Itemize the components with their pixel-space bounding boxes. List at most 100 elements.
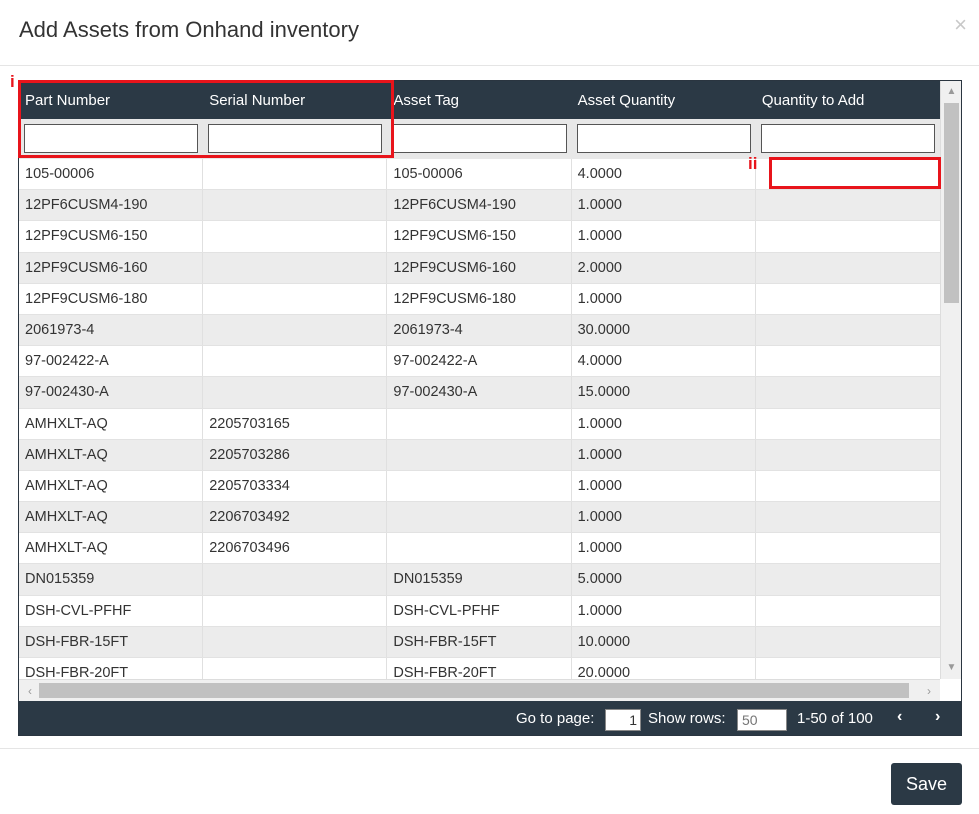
table-cell bbox=[203, 221, 388, 252]
table-row[interactable]: AMHXLT-AQ 2206703492 1.0000 bbox=[19, 502, 940, 534]
horizontal-scroll-thumb[interactable] bbox=[39, 683, 909, 698]
table-cell: 1.0000 bbox=[572, 595, 756, 626]
horizontal-scrollbar[interactable]: ‹ › bbox=[19, 679, 940, 701]
table-row[interactable]: DN015359 DN015359 5.0000 bbox=[19, 564, 940, 596]
table-cell bbox=[387, 533, 572, 564]
table-cell[interactable] bbox=[756, 596, 940, 626]
save-button[interactable]: Save bbox=[891, 763, 962, 805]
table-cell: 2206703492 bbox=[203, 502, 388, 533]
filter-asset-quantity-input[interactable] bbox=[576, 124, 751, 153]
vertical-scroll-thumb[interactable] bbox=[944, 103, 959, 303]
table-cell[interactable] bbox=[756, 377, 940, 407]
table-cell: 97-002422-A bbox=[19, 346, 204, 377]
table-cell: 2206703496 bbox=[203, 533, 388, 564]
scroll-left-icon[interactable]: ‹ bbox=[21, 682, 39, 700]
previous-page-icon[interactable]: ‹ bbox=[897, 708, 902, 726]
table-cell bbox=[203, 626, 388, 657]
table-row[interactable]: 12PF9CUSM6-180 12PF9CUSM6-180 1.0000 bbox=[19, 283, 940, 315]
column-header-asset-tag[interactable]: Asset Tag bbox=[387, 81, 571, 119]
scroll-right-icon[interactable]: › bbox=[920, 682, 938, 700]
table-cell: 20.0000 bbox=[572, 658, 756, 679]
table-cell[interactable] bbox=[756, 440, 940, 470]
table-cell[interactable] bbox=[756, 284, 940, 314]
table-cell[interactable] bbox=[756, 221, 940, 251]
pagination-bar: Go to page: Show rows: 1-50 of 100 ‹ › bbox=[19, 701, 961, 735]
table-row[interactable]: 97-002430-A 97-002430-A 15.0000 bbox=[19, 377, 940, 409]
table-cell[interactable] bbox=[756, 190, 940, 220]
column-header-quantity-to-add[interactable]: Quantity to Add bbox=[756, 81, 940, 119]
table-row[interactable]: AMHXLT-AQ 2205703334 1.0000 bbox=[19, 470, 940, 503]
table-cell: 1.0000 bbox=[572, 439, 756, 470]
table-cell: 105-00006 bbox=[387, 159, 572, 190]
table-cell: DSH-CVL-PFHF bbox=[387, 595, 572, 626]
close-icon[interactable]: × bbox=[954, 14, 967, 36]
filter-quantity-to-add-input[interactable] bbox=[760, 124, 936, 153]
table-cell bbox=[387, 470, 572, 502]
table-cell[interactable] bbox=[756, 315, 940, 345]
annotation-box-ii bbox=[769, 157, 941, 189]
page-range: 1-50 of 100 bbox=[797, 710, 873, 727]
table-cell: 2.0000 bbox=[572, 252, 756, 283]
table-row[interactable]: 12PF9CUSM6-150 12PF9CUSM6-150 1.0000 bbox=[19, 221, 940, 253]
table-row[interactable]: 12PF6CUSM4-190 12PF6CUSM4-190 1.0000 bbox=[19, 190, 940, 222]
table-cell: 1.0000 bbox=[572, 190, 756, 221]
table-cell: 1.0000 bbox=[572, 221, 756, 252]
table-cell: DSH-FBR-20FT bbox=[387, 658, 572, 679]
filter-cell bbox=[572, 119, 756, 159]
table-row[interactable]: 2061973-4 2061973-4 30.0000 bbox=[19, 314, 940, 347]
table-cell: 12PF9CUSM6-180 bbox=[387, 283, 572, 314]
table-cell bbox=[387, 502, 572, 533]
table-cell: 12PF9CUSM6-160 bbox=[19, 252, 204, 283]
table-cell: 1.0000 bbox=[572, 533, 756, 564]
show-rows-input[interactable] bbox=[737, 709, 787, 731]
table-row[interactable]: AMHXLT-AQ 2205703286 1.0000 bbox=[19, 439, 940, 471]
table-row[interactable]: DSH-FBR-20FT DSH-FBR-20FT 20.0000 bbox=[19, 658, 940, 679]
table-cell[interactable] bbox=[756, 533, 940, 563]
table-cell bbox=[203, 658, 388, 679]
table-cell[interactable] bbox=[756, 471, 940, 501]
table-cell[interactable] bbox=[756, 658, 940, 679]
table-cell: 2205703286 bbox=[203, 439, 388, 470]
annotation-label-i: i bbox=[10, 72, 15, 91]
table-cell: 2061973-4 bbox=[387, 314, 572, 346]
table-cell: 2205703334 bbox=[203, 470, 388, 502]
table-cell: 30.0000 bbox=[572, 314, 756, 346]
table-cell: DSH-CVL-PFHF bbox=[19, 595, 204, 626]
table-cell[interactable] bbox=[756, 502, 940, 532]
filter-asset-tag-input[interactable] bbox=[392, 124, 567, 153]
table-cell: 1.0000 bbox=[572, 470, 756, 502]
vertical-scrollbar[interactable]: ▲ ▼ bbox=[940, 81, 961, 679]
grid-body: 105-00006 105-00006 4.0000 12PF6CUSM4-190 12… bbox=[19, 159, 940, 679]
table-cell[interactable] bbox=[756, 564, 940, 594]
table-cell bbox=[203, 283, 388, 314]
table-row[interactable]: 12PF9CUSM6-160 12PF9CUSM6-160 2.0000 bbox=[19, 252, 940, 284]
modal-title: Add Assets from Onhand inventory bbox=[19, 17, 359, 42]
table-cell: AMHXLT-AQ bbox=[19, 408, 204, 439]
table-cell: 1.0000 bbox=[572, 283, 756, 314]
table-row[interactable]: DSH-FBR-15FT DSH-FBR-15FT 10.0000 bbox=[19, 626, 940, 658]
table-row[interactable]: AMHXLT-AQ 2206703496 1.0000 bbox=[19, 533, 940, 565]
table-cell[interactable] bbox=[756, 627, 940, 657]
goto-page-input[interactable] bbox=[605, 709, 641, 731]
table-cell: DSH-FBR-20FT bbox=[19, 658, 204, 679]
table-cell[interactable] bbox=[756, 346, 940, 376]
table-cell bbox=[203, 346, 388, 377]
scroll-down-icon[interactable]: ▼ bbox=[941, 659, 961, 677]
table-row[interactable]: 97-002422-A 97-002422-A 4.0000 bbox=[19, 346, 940, 378]
column-header-asset-quantity[interactable]: Asset Quantity bbox=[572, 81, 756, 119]
filter-cell bbox=[387, 119, 571, 159]
table-cell[interactable] bbox=[756, 253, 940, 283]
modal-header: Add Assets from Onhand inventory × bbox=[0, 0, 979, 66]
table-cell bbox=[203, 252, 388, 283]
modal-footer-divider bbox=[0, 748, 979, 749]
table-cell: 12PF9CUSM6-150 bbox=[19, 221, 204, 252]
table-cell bbox=[203, 564, 388, 595]
table-cell: 12PF6CUSM4-190 bbox=[19, 190, 204, 221]
table-row[interactable]: AMHXLT-AQ 2205703165 1.0000 bbox=[19, 408, 940, 440]
scroll-up-icon[interactable]: ▲ bbox=[941, 83, 961, 101]
table-cell[interactable] bbox=[756, 409, 940, 439]
next-page-icon[interactable]: › bbox=[935, 708, 940, 726]
table-row[interactable]: DSH-CVL-PFHF DSH-CVL-PFHF 1.0000 bbox=[19, 595, 940, 627]
table-cell: 5.0000 bbox=[572, 564, 756, 595]
annotation-label-ii: ii bbox=[748, 154, 758, 173]
